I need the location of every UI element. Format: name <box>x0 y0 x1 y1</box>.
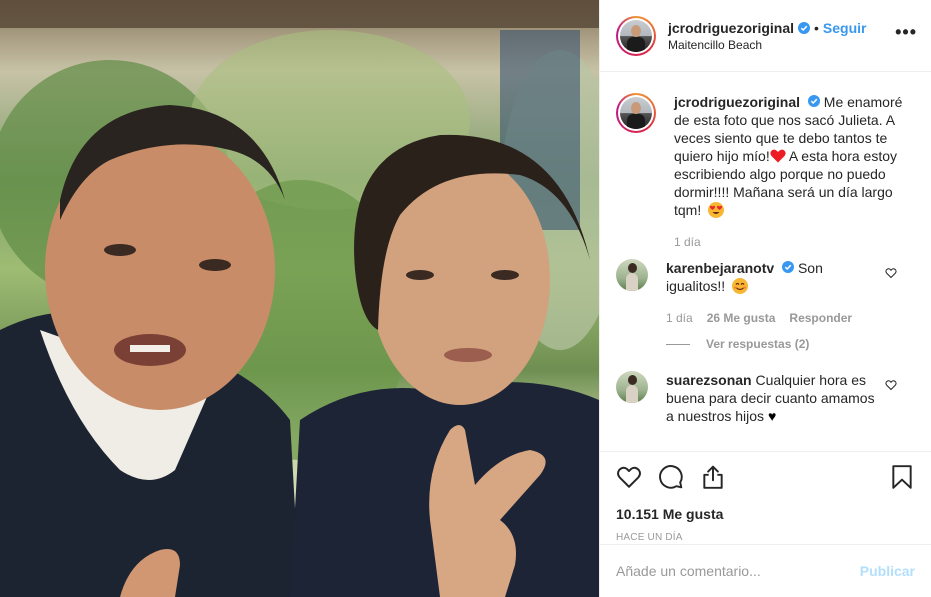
comment-time[interactable]: 1 día <box>666 309 693 327</box>
comment-item: karenbejaranotv Son igualitos!! 1 día 26… <box>616 259 915 327</box>
comment-like-heart-icon[interactable] <box>885 379 897 391</box>
caption: jcrodriguezoriginal Me enamoré de esta f… <box>616 73 915 251</box>
view-replies-button[interactable]: Ver respuestas (2) <box>666 337 915 351</box>
smiling-emoji-icon <box>732 278 749 294</box>
heart-eyes-emoji-icon <box>708 202 725 218</box>
verified-badge-icon <box>798 21 811 34</box>
comments-section: jcrodriguezoriginal Me enamoré de esta f… <box>600 73 931 451</box>
post-header: jcrodriguezoriginal • Seguir Maitencillo… <box>600 0 931 72</box>
verified-badge-icon <box>782 261 795 273</box>
post-actions: 10.151 Me gusta Hace un día <box>600 451 931 543</box>
add-comment-bar: Publicar <box>600 544 931 597</box>
comment-input[interactable] <box>616 563 860 579</box>
verified-badge-icon <box>807 95 820 107</box>
author-avatar[interactable] <box>616 15 656 56</box>
reply-button[interactable]: Responder <box>789 309 852 327</box>
more-options-icon[interactable]: ••• <box>895 23 917 41</box>
caption-avatar[interactable] <box>616 93 656 133</box>
author-username[interactable]: jcrodriguezoriginal <box>668 20 794 36</box>
red-heart-emoji-icon <box>770 149 786 163</box>
caption-username[interactable]: jcrodriguezoriginal <box>674 94 800 110</box>
like-count[interactable]: 10.151 Me gusta <box>616 506 915 522</box>
commenter-avatar[interactable] <box>616 259 648 291</box>
replies-divider <box>666 343 690 345</box>
bookmark-icon[interactable] <box>889 464 915 490</box>
commenter-avatar[interactable] <box>616 371 648 403</box>
comment-likes[interactable]: 26 Me gusta <box>707 309 776 327</box>
commenter-username[interactable]: suarezsonan <box>666 372 752 388</box>
separator-dot: • <box>814 19 819 36</box>
heart-outline-icon[interactable] <box>616 464 642 490</box>
commenter-username[interactable]: karenbejaranotv <box>666 260 774 276</box>
publish-button[interactable]: Publicar <box>860 563 915 579</box>
comment-like-heart-icon[interactable] <box>885 267 897 279</box>
photo-illustration <box>0 0 599 597</box>
comment-item: suarezsonan Cualquier hora es buena para… <box>616 371 915 425</box>
post-photo[interactable] <box>0 0 599 597</box>
post-timestamp[interactable]: Hace un día <box>616 532 915 543</box>
share-icon[interactable] <box>700 464 726 490</box>
post-side-panel: jcrodriguezoriginal • Seguir Maitencillo… <box>599 0 931 597</box>
caption-time: 1 día <box>674 235 701 249</box>
follow-button[interactable]: Seguir <box>823 20 867 36</box>
view-replies-label: Ver respuestas (2) <box>706 337 810 351</box>
black-heart-emoji-icon: ♥ <box>767 408 777 424</box>
speech-bubble-icon[interactable] <box>658 464 684 490</box>
post-location[interactable]: Maitencillo Beach <box>668 38 867 52</box>
